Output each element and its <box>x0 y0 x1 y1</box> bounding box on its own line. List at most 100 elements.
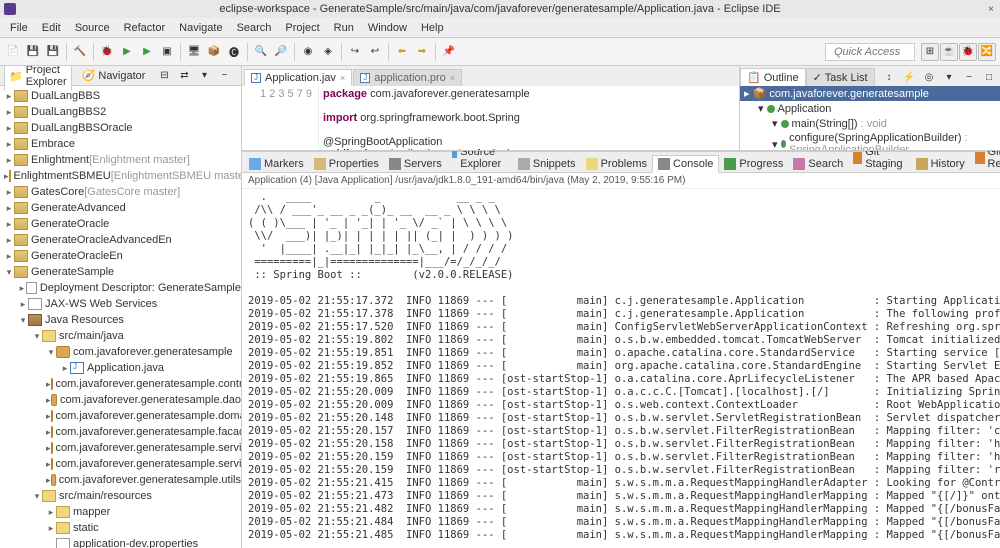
outline-package[interactable]: ▸ 📦 com.javaforever.generatesample <box>740 86 1000 101</box>
bottom-tab-progress[interactable]: Progress <box>719 156 788 172</box>
tree-node[interactable]: ▸EnlightmentSBMEU [EnlightmentSBMEU mast… <box>0 168 241 184</box>
focus-icon[interactable]: ◎ <box>920 68 938 86</box>
step2-icon[interactable]: ↩ <box>366 43 384 61</box>
menu-source[interactable]: Source <box>69 20 116 36</box>
tree-node[interactable]: ▸Application.java <box>0 360 241 376</box>
search-icon[interactable]: 🔎 <box>272 43 290 61</box>
tree-node[interactable]: ▸com.javaforever.generatesample.controll… <box>0 376 241 392</box>
tree-node[interactable]: ▾com.javaforever.generatesample <box>0 344 241 360</box>
outline-item[interactable]: ▾main(String[]) : void <box>740 116 1000 131</box>
tree-node[interactable]: ▸mapper <box>0 504 241 520</box>
tab-navigator[interactable]: 🧭 Navigator <box>78 67 150 84</box>
menu-refactor[interactable]: Refactor <box>118 20 172 36</box>
bottom-tab-problems[interactable]: Problems <box>581 156 652 172</box>
forward-icon[interactable]: ➡ <box>413 43 431 61</box>
menu-help[interactable]: Help <box>415 20 450 36</box>
tree-node[interactable]: ▸Enlightment [Enlightment master] <box>0 152 241 168</box>
menu-search[interactable]: Search <box>231 20 278 36</box>
new-package-icon[interactable]: 📦 <box>205 43 223 61</box>
run-last-icon[interactable]: ▶ <box>138 43 156 61</box>
menu-project[interactable]: Project <box>279 20 325 36</box>
tree-node[interactable]: ▸GenerateAdvanced <box>0 200 241 216</box>
bottom-tab-console[interactable]: Console <box>652 155 719 173</box>
menu-window[interactable]: Window <box>362 20 413 36</box>
tree-node[interactable]: ▸com.javaforever.generatesample.facade <box>0 424 241 440</box>
bottom-tab-servers[interactable]: Servers <box>384 156 447 172</box>
link-editor-icon[interactable]: ⇄ <box>175 67 193 85</box>
bottom-tab-markers[interactable]: Markers <box>244 156 309 172</box>
bottom-tab-search[interactable]: Search <box>788 156 848 172</box>
tree-node[interactable]: ▸Embrace <box>0 136 241 152</box>
step-icon[interactable]: ↪ <box>346 43 364 61</box>
tree-node[interactable]: ▸DualLangBBSOracle <box>0 120 241 136</box>
sort-icon[interactable]: ↕ <box>880 68 898 86</box>
tree-node[interactable]: ▸JAX-WS Web Services <box>0 296 241 312</box>
editor-tab[interactable]: application.pro× <box>353 69 462 86</box>
toggle-mark-icon[interactable]: ◉ <box>299 43 317 61</box>
view-menu-icon[interactable]: ▾ <box>195 67 213 85</box>
bottom-tab-snippets[interactable]: Snippets <box>513 156 581 172</box>
tree-node[interactable]: ▸com.javaforever.generatesample.dao <box>0 392 241 408</box>
debug-perspective-icon[interactable]: 🐞 <box>959 43 977 61</box>
close-icon[interactable]: × <box>988 4 994 15</box>
close-tab-icon[interactable]: × <box>450 73 455 83</box>
tree-node[interactable]: ▾src/main/java <box>0 328 241 344</box>
run-icon[interactable]: ▶ <box>118 43 136 61</box>
tree-node[interactable]: ▸static <box>0 520 241 536</box>
open-perspective-icon[interactable]: ⊞ <box>921 43 939 61</box>
tree-node[interactable]: application-dev.properties <box>0 536 241 548</box>
tree-node[interactable]: ▸GenerateOracleAdvancedEn <box>0 232 241 248</box>
tree-node[interactable]: ▸com.javaforever.generatesample.servicei… <box>0 456 241 472</box>
back-icon[interactable]: ⬅ <box>393 43 411 61</box>
outline-menu-icon[interactable]: ▾ <box>940 68 958 86</box>
build-icon[interactable]: 🔨 <box>71 43 89 61</box>
menu-navigate[interactable]: Navigate <box>173 20 228 36</box>
collapse-all-icon[interactable]: ⊟ <box>155 67 173 85</box>
java-ee-perspective-icon[interactable]: ☕ <box>940 43 958 61</box>
git-perspective-icon[interactable]: 🔀 <box>978 43 996 61</box>
editor-tab[interactable]: Application.jav× <box>244 69 352 86</box>
tab-task-list[interactable]: ✓ Task List <box>806 68 875 86</box>
save-icon[interactable]: 💾 <box>24 43 42 61</box>
outline-max-icon[interactable]: □ <box>980 68 998 86</box>
console-output[interactable]: . ____ _ __ _ _ /\\ / ___'_ __ _ _(_)_ _… <box>242 189 1000 548</box>
tree-node[interactable]: ▾src/main/resources <box>0 488 241 504</box>
bottom-tab-history[interactable]: History <box>911 156 970 172</box>
tree-node[interactable]: ▸DualLangBBS2 <box>0 104 241 120</box>
outline-item[interactable]: ▾Application <box>740 101 1000 116</box>
new-class-icon[interactable]: 🅒 <box>225 43 243 61</box>
bottom-tab-data-source-explorer[interactable]: Data Source Explorer <box>447 151 513 172</box>
pin-icon[interactable]: 📌 <box>440 43 458 61</box>
filter-icon[interactable]: ⚡ <box>900 68 918 86</box>
save-all-icon[interactable]: 💾 <box>44 43 62 61</box>
outline-tree[interactable]: ▸ 📦 com.javaforever.generatesample▾Appli… <box>740 86 1000 150</box>
menu-run[interactable]: Run <box>328 20 360 36</box>
tree-node[interactable]: ▸Deployment Descriptor: GenerateSample <box>0 280 241 296</box>
annotation-icon[interactable]: ◈ <box>319 43 337 61</box>
close-tab-icon[interactable]: × <box>340 73 345 83</box>
tab-outline[interactable]: 📋 Outline <box>740 68 806 86</box>
tree-node[interactable]: ▸GatesCore [GatesCore master] <box>0 184 241 200</box>
new-icon[interactable]: 📄 <box>4 43 22 61</box>
tree-node[interactable]: ▾GenerateSample <box>0 264 241 280</box>
outline-item[interactable]: ▾configure(SpringApplicationBuilder) : S… <box>740 131 1000 150</box>
debug-icon[interactable]: 🐞 <box>98 43 116 61</box>
coverage-icon[interactable]: ▣ <box>158 43 176 61</box>
bottom-tab-properties[interactable]: Properties <box>309 156 384 172</box>
new-server-icon[interactable]: 🖥 <box>185 43 203 61</box>
menu-file[interactable]: File <box>4 20 34 36</box>
tree-node[interactable]: ▾Java Resources <box>0 312 241 328</box>
minimize-icon[interactable]: − <box>215 67 233 85</box>
code-editor[interactable]: package com.javaforever.generatesample i… <box>319 86 739 150</box>
open-type-icon[interactable]: 🔍 <box>252 43 270 61</box>
bottom-tab-git-staging[interactable]: Git Staging <box>848 151 910 172</box>
tree-node[interactable]: ▸com.javaforever.generatesample.service <box>0 440 241 456</box>
tree-node[interactable]: ▸GenerateOracle <box>0 216 241 232</box>
tree-node[interactable]: ▸com.javaforever.generatesample.utils <box>0 472 241 488</box>
tree-node[interactable]: ▸com.javaforever.generatesample.domain <box>0 408 241 424</box>
tree-node[interactable]: ▸DualLangBBS <box>0 88 241 104</box>
outline-min-icon[interactable]: − <box>960 68 978 86</box>
tree-node[interactable]: ▸GenerateOracleEn <box>0 248 241 264</box>
menu-edit[interactable]: Edit <box>36 20 67 36</box>
project-tree[interactable]: ▸DualLangBBS▸DualLangBBS2▸DualLangBBSOra… <box>0 86 241 548</box>
